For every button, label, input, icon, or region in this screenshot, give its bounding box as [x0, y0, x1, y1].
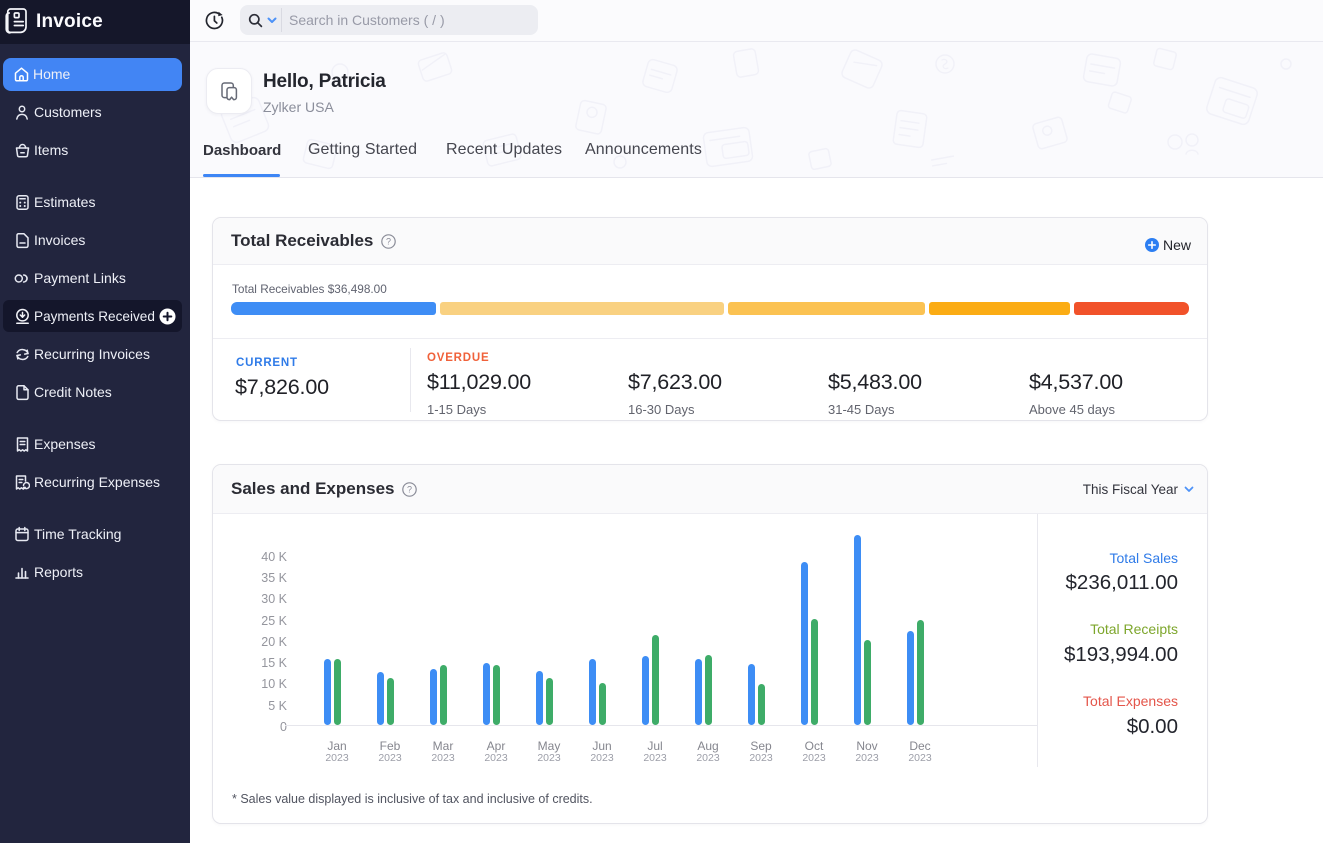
svg-text:?: ? [386, 236, 391, 246]
svg-text:?: ? [407, 484, 412, 494]
